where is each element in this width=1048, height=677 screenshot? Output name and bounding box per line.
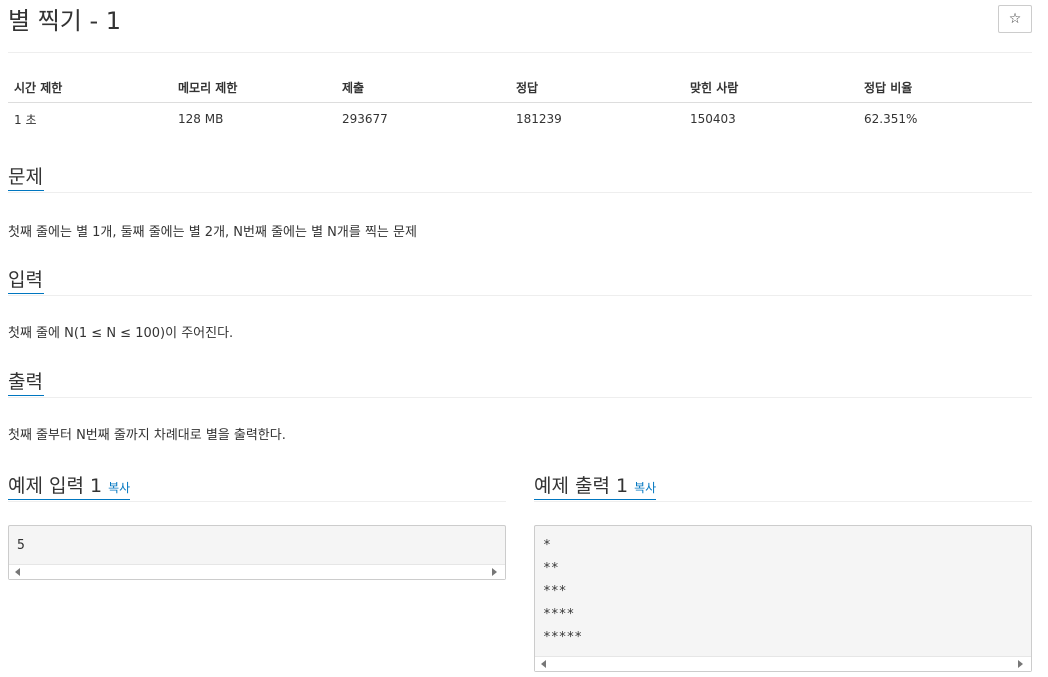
header-memory-limit: 메모리 제한 xyxy=(172,72,336,103)
input-heading: 입력 xyxy=(8,267,44,294)
sample-output-heading-wrap: 예제 출력 1 복사 xyxy=(534,473,657,500)
info-header-row: 시간 제한 메모리 제한 제출 정답 맞힌 사람 정답 비율 xyxy=(8,72,1032,103)
value-memory-limit: 128 MB xyxy=(178,112,224,126)
value-submissions: 293677 xyxy=(342,112,388,126)
problem-section-header: 문제 xyxy=(8,164,1032,193)
scroll-left-icon[interactable] xyxy=(541,660,546,668)
output-heading: 출력 xyxy=(8,369,44,396)
value-accept-rate: 62.351% xyxy=(864,112,918,126)
output-description: 첫째 줄부터 N번째 줄까지 차례대로 별을 출력한다. xyxy=(8,428,286,443)
star-button[interactable]: ☆ xyxy=(998,5,1032,33)
header-accepted: 정답 xyxy=(510,72,684,103)
sample-output-line: *** xyxy=(543,584,567,599)
value-accepted: 181239 xyxy=(516,112,562,126)
sample-output-line: ** xyxy=(543,561,559,576)
info-value-row: 1 초 128 MB 293677 181239 150403 62.351% xyxy=(8,103,1032,136)
output-section-header: 출력 xyxy=(8,369,1032,398)
sample-output-heading: 예제 출력 1 xyxy=(534,475,629,497)
sample-output-lines: * ** *** **** ***** xyxy=(535,526,1031,649)
header-submissions: 제출 xyxy=(336,72,510,103)
sample-input-line: 5 xyxy=(17,538,25,553)
star-icon: ☆ xyxy=(1008,11,1022,27)
copy-input-link[interactable]: 복사 xyxy=(108,481,130,495)
sample-output-header: 예제 출력 1 복사 xyxy=(534,473,1032,502)
sample-output-line: * xyxy=(543,538,551,553)
value-solved-users: 150403 xyxy=(690,112,736,126)
page-title: 별 찍기 - 1 xyxy=(8,7,122,35)
sample-input-lines: 5 xyxy=(9,526,505,557)
sample-output-box[interactable]: * ** *** **** ***** xyxy=(534,525,1032,672)
sample-input-heading: 예제 입력 1 xyxy=(8,475,103,497)
sample-output-line: ***** xyxy=(543,630,583,645)
sample-output-scrollbar[interactable] xyxy=(535,656,1031,671)
header-time-limit: 시간 제한 xyxy=(8,72,172,103)
header-solved-users: 맞힌 사람 xyxy=(684,72,858,103)
header-accept-rate: 정답 비율 xyxy=(858,72,1032,103)
scroll-right-icon[interactable] xyxy=(492,568,497,576)
scroll-right-icon[interactable] xyxy=(1018,660,1023,668)
sample-input-scrollbar[interactable] xyxy=(9,564,505,579)
copy-output-link[interactable]: 복사 xyxy=(634,481,656,495)
sample-input-box[interactable]: 5 xyxy=(8,525,506,580)
problem-info-table: 시간 제한 메모리 제한 제출 정답 맞힌 사람 정답 비율 1 초 128 M… xyxy=(8,72,1032,135)
problem-heading: 문제 xyxy=(8,164,44,191)
problem-description: 첫째 줄에는 별 1개, 둘째 줄에는 별 2개, N번째 줄에는 별 N개를 … xyxy=(8,225,417,240)
title-row: 별 찍기 - 1 ☆ xyxy=(8,0,1032,53)
sample-input-header: 예제 입력 1 복사 xyxy=(8,473,506,502)
sample-output-line: **** xyxy=(543,607,575,622)
sample-input-heading-wrap: 예제 입력 1 복사 xyxy=(8,473,131,500)
input-description: 첫째 줄에 N(1 ≤ N ≤ 100)이 주어진다. xyxy=(8,326,234,341)
scroll-left-icon[interactable] xyxy=(15,568,20,576)
value-time-limit: 1 초 xyxy=(14,112,37,127)
input-section-header: 입력 xyxy=(8,267,1032,296)
